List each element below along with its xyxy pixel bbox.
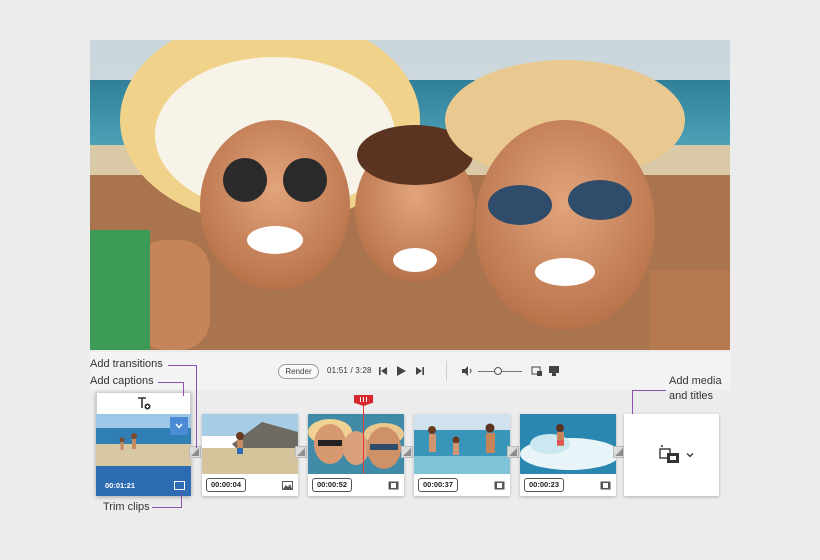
play-icon[interactable] bbox=[394, 364, 408, 378]
callout-line bbox=[158, 382, 183, 383]
clip-duration: 00:01:21 bbox=[105, 481, 136, 490]
transition-handle[interactable] bbox=[401, 446, 413, 458]
transition-handle[interactable] bbox=[189, 446, 201, 458]
fit-screen-icon[interactable] bbox=[530, 364, 544, 378]
clip-thumbnail bbox=[202, 414, 298, 474]
chevron-down-icon bbox=[175, 423, 183, 429]
clip-duration: 00:00:04 bbox=[206, 478, 247, 492]
timeline-clip[interactable]: 00:00:23 bbox=[520, 414, 616, 496]
divider bbox=[446, 361, 447, 381]
callout-add-media: Add media bbox=[669, 375, 722, 387]
trim-icon[interactable] bbox=[174, 481, 185, 490]
callout-add-captions: Add captions bbox=[90, 375, 154, 387]
clip-options-button[interactable] bbox=[170, 417, 188, 435]
timeline-clip[interactable]: 00:00:04 bbox=[202, 414, 298, 496]
callout-line bbox=[168, 365, 196, 366]
render-button[interactable]: Render bbox=[278, 364, 319, 379]
clip-thumbnail bbox=[520, 414, 616, 474]
clip-duration: 00:00:23 bbox=[524, 478, 565, 492]
callout-line bbox=[632, 390, 633, 414]
add-media-button[interactable] bbox=[624, 414, 719, 496]
playhead bbox=[363, 402, 364, 474]
chevron-down-icon bbox=[686, 453, 694, 458]
add-caption-button[interactable] bbox=[96, 392, 191, 414]
callout-line bbox=[196, 365, 197, 448]
clip-duration: 00:00:37 bbox=[418, 478, 459, 492]
callout-line bbox=[632, 390, 666, 391]
callout-add-media-titles: and titles bbox=[669, 390, 714, 402]
film-icon bbox=[388, 481, 399, 490]
step-forward-icon[interactable] bbox=[413, 364, 427, 378]
volume-slider-handle[interactable] bbox=[494, 367, 502, 375]
display-options-icon[interactable] bbox=[547, 364, 561, 378]
timeline-clip[interactable]: 00:00:52 bbox=[308, 414, 404, 496]
film-icon bbox=[600, 481, 611, 490]
volume-icon[interactable] bbox=[460, 364, 474, 378]
film-icon bbox=[494, 481, 505, 490]
step-back-icon[interactable] bbox=[376, 364, 390, 378]
transition-handle[interactable] bbox=[295, 446, 307, 458]
clip-thumbnail bbox=[414, 414, 510, 474]
callout-line bbox=[181, 493, 182, 508]
clip-duration: 00:00:52 bbox=[312, 478, 353, 492]
transition-handle[interactable] bbox=[507, 446, 519, 458]
image-icon bbox=[282, 481, 293, 490]
callout-add-transitions: Add transitions bbox=[90, 358, 163, 370]
timeline-clip[interactable]: 00:00:37 bbox=[414, 414, 510, 496]
add-media-icon bbox=[659, 445, 679, 463]
playhead-handle[interactable] bbox=[354, 395, 373, 406]
playback-toolbar: Render 01:51 / 3:28 bbox=[90, 352, 730, 390]
text-caption-icon bbox=[137, 397, 150, 410]
callout-line bbox=[152, 507, 182, 508]
selected-clip[interactable]: 00:01:21 bbox=[96, 392, 191, 496]
clip-thumbnail bbox=[308, 414, 404, 474]
callout-trim-clips: Trim clips bbox=[103, 501, 150, 513]
video-preview[interactable] bbox=[90, 40, 730, 350]
timecode: 01:51 / 3:28 bbox=[327, 366, 372, 375]
callout-line bbox=[183, 382, 184, 396]
